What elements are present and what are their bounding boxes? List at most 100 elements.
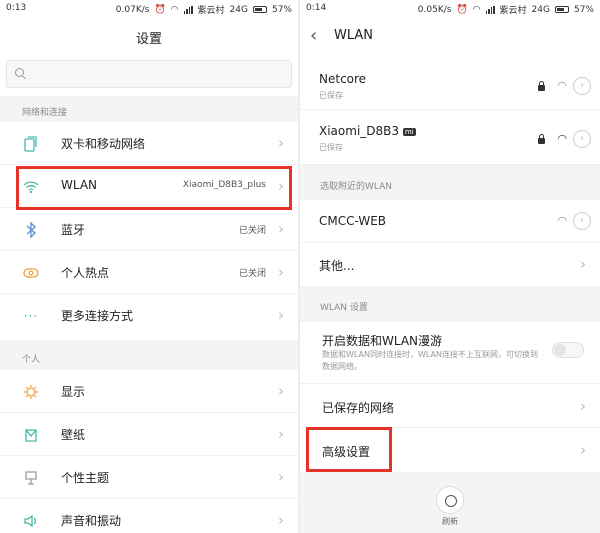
wifi-icon <box>22 178 40 196</box>
theme-icon <box>22 469 40 487</box>
setting-roaming[interactable]: 开启数据和WLAN漫游 数据和WLAN同时连接时，WLAN连接不上互联网，可切换… <box>300 322 600 384</box>
setting-advanced[interactable]: 高级设置 › <box>300 428 600 472</box>
page-title: WLAN <box>334 28 374 43</box>
settings-item-sound[interactable]: 声音和振动 › <box>0 499 298 533</box>
wifi-other[interactable]: 其他... › <box>300 243 600 286</box>
wifi-status-icon: ◠ <box>170 4 179 15</box>
refresh-area: 刷新 <box>300 472 600 533</box>
item-value: 已关闭 <box>238 226 266 236</box>
roaming-description: 数据和WLAN同时连接时，WLAN连接不上互联网，可切换到数据网络。 <box>322 350 539 371</box>
back-arrow-icon[interactable]: ‹ <box>310 25 317 46</box>
status-bar: 0:13 0.07K/s ⏰ ◠ 紫云村 24G 57% <box>0 0 298 18</box>
item-value: 已关闭 <box>238 269 266 279</box>
chevron-right-icon: › <box>278 468 284 486</box>
title-bar: ‹ WLAN <box>300 18 600 56</box>
item-label: WLAN <box>61 178 98 192</box>
item-label: 个性主题 <box>61 471 110 485</box>
chevron-right-icon: › <box>278 306 284 324</box>
settings-item-display[interactable]: 显示 › <box>0 370 298 413</box>
battery-icon <box>252 6 267 13</box>
chevron-right-icon: › <box>278 425 284 443</box>
chevron-right-icon: › <box>580 255 586 273</box>
wifi-network-netcore[interactable]: Netcore 已保存 ◠ › <box>300 58 600 110</box>
settings-item-bluetooth[interactable]: 蓝牙 已关闭 › <box>0 208 298 251</box>
refresh-button[interactable] <box>436 486 464 514</box>
dual-sim-icon <box>22 135 40 153</box>
roaming-toggle[interactable] <box>552 342 584 358</box>
chevron-right-icon: › <box>278 263 284 281</box>
wifi-signal-icon: ◠ <box>557 79 567 92</box>
chevron-right-icon: › <box>580 397 586 415</box>
network-name: CMCC-WEB <box>319 214 387 228</box>
network-type: 24G <box>229 4 248 15</box>
info-arrow-icon[interactable]: › <box>573 77 591 95</box>
section-header-connect: 网络和连接 <box>0 96 298 122</box>
section-header-nearby: 选取附近的WLAN <box>300 165 600 200</box>
status-right: 0.05K/s ⏰ ◠ 紫云村 24G 57% <box>417 3 594 17</box>
section-header-personal: 个人 <box>0 340 298 370</box>
settings-item-theme[interactable]: 个性主题 › <box>0 456 298 499</box>
bluetooth-icon <box>22 221 40 239</box>
carrier-name: 紫云村 <box>197 6 225 16</box>
more-dots-icon: ··· <box>23 309 39 323</box>
settings-item-wlan[interactable]: WLAN Xiaomi_D8B3_plus › <box>0 165 298 208</box>
network-name: Netcore <box>319 72 367 86</box>
wlan-screen: 0:14 0.05K/s ⏰ ◠ 紫云村 24G 57% ‹ WLAN Netc… <box>300 0 600 533</box>
setting-saved-networks[interactable]: 已保存的网络 › <box>300 384 600 428</box>
carrier-name: 紫云村 <box>499 6 527 16</box>
search-icon <box>15 68 24 77</box>
lock-icon <box>538 81 545 91</box>
wifi-network-cmcc[interactable]: CMCC-WEB ◠ › <box>300 200 600 243</box>
chevron-right-icon: › <box>580 441 586 459</box>
network-status: 已保存 <box>319 91 343 100</box>
sound-icon <box>22 512 40 530</box>
item-label: 双卡和移动网络 <box>61 137 146 151</box>
item-label: 显示 <box>61 385 86 399</box>
network-name: Xiaomi_D8B3 mi <box>319 124 416 138</box>
signal-icon <box>485 5 495 14</box>
status-right: 0.07K/s ⏰ ◠ 紫云村 24G 57% <box>115 3 292 17</box>
section-header-wlan-settings: WLAN 设置 <box>300 286 600 322</box>
advanced-label: 高级设置 <box>322 445 371 459</box>
mi-badge-icon: mi <box>402 127 416 136</box>
chevron-right-icon: › <box>278 220 284 238</box>
alarm-icon: ⏰ <box>154 4 166 15</box>
wifi-signal-icon: ◠ <box>557 214 567 227</box>
wifi-network-xiaomi[interactable]: Xiaomi_D8B3 mi 已保存 ◠ › <box>300 110 600 165</box>
info-arrow-icon[interactable]: › <box>573 212 591 230</box>
info-arrow-icon[interactable]: › <box>573 130 591 148</box>
item-label: 蓝牙 <box>61 223 86 237</box>
settings-screen: 0:13 0.07K/s ⏰ ◠ 紫云村 24G 57% 设置 网络和连接 双卡… <box>0 0 300 533</box>
wifi-signal-icon: ◠ <box>557 132 567 145</box>
battery-level: 57% <box>271 4 292 15</box>
status-time: 0:14 <box>306 3 327 13</box>
lock-icon <box>538 134 545 144</box>
title-bar: 设置 <box>0 18 298 56</box>
wifi-status-icon: ◠ <box>472 4 481 15</box>
page-title: 设置 <box>135 32 162 47</box>
item-label: 更多连接方式 <box>61 309 134 323</box>
item-label: 壁纸 <box>61 428 86 442</box>
item-label: 声音和振动 <box>61 514 122 528</box>
network-status: 已保存 <box>319 143 343 152</box>
net-speed: 0.05K/s <box>417 4 452 15</box>
settings-item-wallpaper[interactable]: 壁纸 › <box>0 413 298 456</box>
item-value: Xiaomi_D8B3_plus <box>182 180 266 190</box>
status-bar: 0:14 0.05K/s ⏰ ◠ 紫云村 24G 57% <box>300 0 600 18</box>
battery-level: 57% <box>573 4 594 15</box>
settings-item-dual-sim[interactable]: 双卡和移动网络 › <box>0 122 298 165</box>
settings-item-more-connections[interactable]: ··· 更多连接方式 › <box>0 294 298 337</box>
other-label: 其他... <box>319 259 355 273</box>
chevron-right-icon: › <box>278 511 284 529</box>
search-input[interactable] <box>6 60 292 88</box>
alarm-icon: ⏰ <box>456 4 468 15</box>
settings-item-hotspot[interactable]: 个人热点 已关闭 › <box>0 251 298 294</box>
hotspot-icon <box>22 264 40 282</box>
net-speed: 0.07K/s <box>115 4 150 15</box>
roaming-title: 开启数据和WLAN漫游 <box>322 334 443 348</box>
refresh-label: 刷新 <box>442 517 458 526</box>
signal-icon <box>183 5 193 14</box>
saved-network-label: 已保存的网络 <box>322 401 395 415</box>
chevron-right-icon: › <box>278 177 284 195</box>
network-type: 24G <box>531 4 550 15</box>
